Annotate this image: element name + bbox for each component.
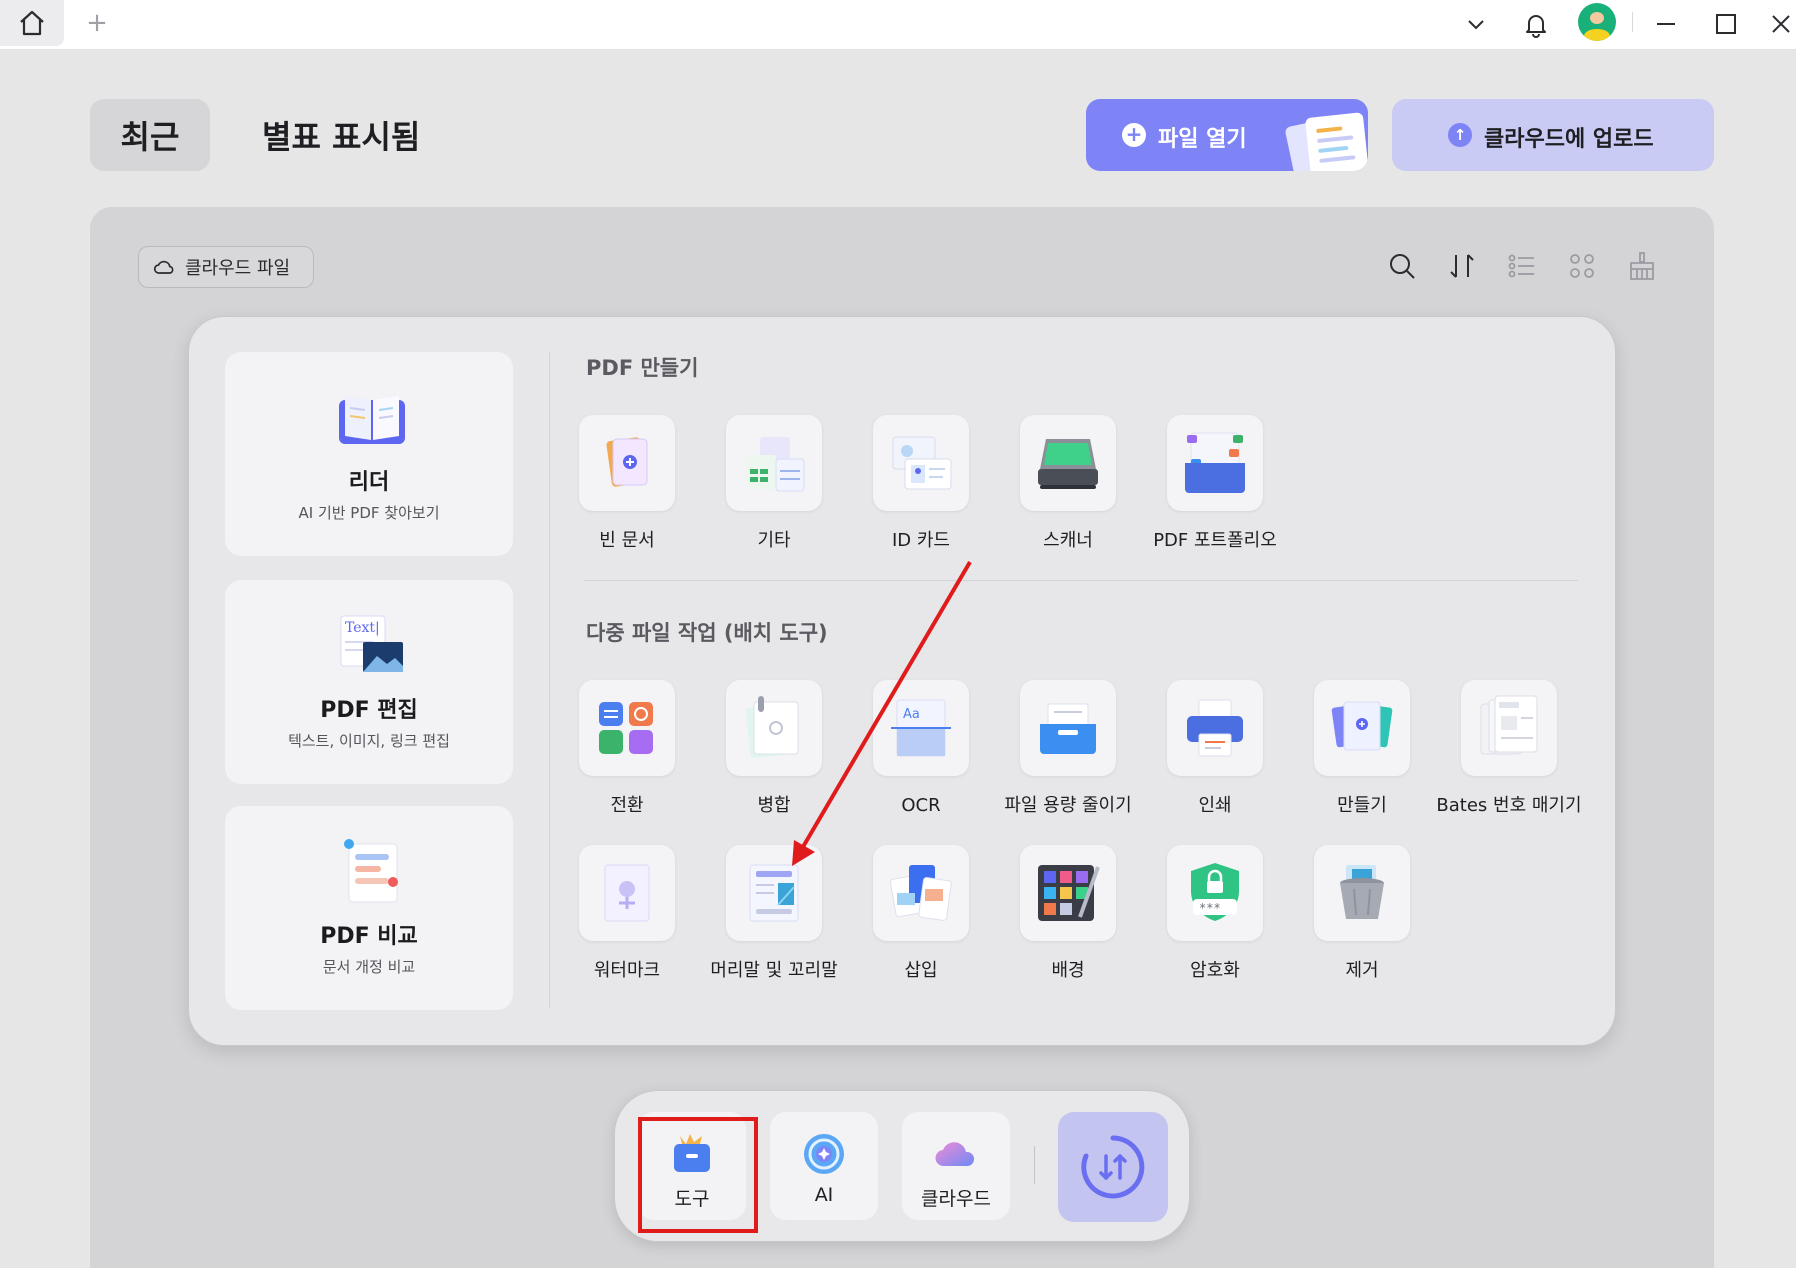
create-document-icon — [1331, 701, 1393, 751]
tool-label: 삽입 — [904, 960, 938, 981]
minimize-icon[interactable] — [1648, 6, 1684, 42]
tool-label: 배경 — [1051, 960, 1085, 981]
tab-starred[interactable]: 별표 표시됨 — [262, 99, 420, 171]
portfolio-folder-icon — [1185, 432, 1245, 493]
reader-card[interactable]: 리더 AI 기반 PDF 찾아보기 — [225, 352, 513, 556]
plus-circle-icon: + — [1122, 123, 1146, 147]
home-icon — [20, 10, 44, 36]
tool-label: 전환 — [610, 795, 644, 816]
open-file-button[interactable]: + 파일 열기 — [1086, 99, 1368, 171]
tool-label: 만들기 — [1337, 795, 1387, 816]
dock-divider — [1034, 1146, 1035, 1184]
pdf-edit-card[interactable]: Text| PDF 편집 텍스트, 이미지, 링크 편집 — [225, 580, 513, 784]
ai-orb-icon — [804, 1134, 844, 1174]
pdf-edit-title: PDF 편집 — [320, 698, 418, 723]
cloud-files-label: 클라우드 파일 — [185, 258, 291, 279]
compare-document-icon — [344, 839, 398, 903]
dock-cloud[interactable]: 클라우드 — [902, 1112, 1010, 1220]
switch-arrows-icon — [1081, 1135, 1145, 1199]
cloud-icon — [153, 260, 174, 274]
merge-icon — [745, 696, 799, 758]
tool-label: 머리말 및 꼬리말 — [710, 960, 838, 981]
pdf-compare-card[interactable]: PDF 비교 문서 개정 비교 — [225, 806, 513, 1010]
dock-cloud-label: 클라우드 — [921, 1188, 991, 1210]
home-tab[interactable] — [0, 0, 64, 46]
annotation-highlight-box — [638, 1117, 758, 1233]
tool-label: OCR — [901, 795, 941, 816]
watermark-icon — [604, 864, 650, 922]
section-divider — [584, 580, 1578, 581]
tool-label: ID 카드 — [891, 530, 950, 551]
pdf-compare-title: PDF 비교 — [320, 924, 418, 949]
open-file-label: 파일 열기 — [1158, 127, 1247, 152]
title-bar: + — [0, 0, 1796, 50]
tool-label: 병합 — [757, 795, 791, 816]
sort-icon[interactable] — [1442, 246, 1482, 286]
titlebar-divider — [1632, 12, 1633, 32]
ocr-icon: Aa — [891, 699, 951, 757]
printer-icon — [1187, 699, 1243, 757]
scanner-icon — [1038, 439, 1098, 489]
new-tab-plus-icon[interactable]: + — [82, 8, 112, 38]
dock-switch-button[interactable] — [1058, 1112, 1168, 1222]
search-icon[interactable] — [1382, 246, 1422, 286]
tool-label: 기타 — [757, 530, 791, 551]
reader-subtitle: AI 기반 PDF 찾아보기 — [298, 504, 440, 522]
svg-text:Aa: Aa — [903, 707, 920, 722]
text-sample-label: Text| — [345, 620, 380, 636]
close-icon[interactable] — [1766, 6, 1796, 42]
open-book-icon — [339, 396, 405, 444]
document-icon — [1304, 112, 1368, 171]
card-vertical-divider — [549, 352, 550, 1008]
header-footer-icon — [749, 864, 799, 922]
tool-label: 워터마크 — [593, 960, 661, 981]
reader-title: 리더 — [348, 470, 390, 495]
tool-label: 암호화 — [1190, 960, 1240, 981]
svg-text:***: *** — [1199, 901, 1221, 915]
text-image-edit-icon: Text| — [340, 615, 403, 672]
tool-label: Bates 번호 매기기 — [1436, 795, 1582, 816]
maximize-icon[interactable] — [1708, 6, 1744, 42]
blank-document-icon — [606, 437, 648, 487]
tool-label: 스캐너 — [1043, 530, 1093, 551]
trash-bin-icon — [1340, 865, 1384, 919]
dock-ai-label: AI — [814, 1184, 834, 1206]
list-view-icon[interactable] — [1502, 246, 1542, 286]
tool-label: 빈 문서 — [599, 530, 655, 551]
upload-arrow-icon: ↑ — [1448, 123, 1472, 147]
id-card-icon — [892, 436, 952, 490]
tool-label: 인쇄 — [1198, 795, 1232, 816]
cloud-files-chip[interactable]: 클라우드 파일 — [138, 246, 314, 288]
chevron-down-icon[interactable] — [1458, 6, 1494, 42]
other-documents-icon — [746, 437, 805, 492]
dock-ai[interactable]: AI — [770, 1112, 878, 1220]
pdf-edit-subtitle: 텍스트, 이미지, 링크 편집 — [288, 732, 450, 750]
compress-box-icon — [1040, 703, 1096, 754]
background-palette-icon — [1038, 865, 1100, 921]
clean-brush-icon[interactable] — [1622, 246, 1662, 286]
pdf-compare-subtitle: 문서 개정 비교 — [322, 958, 416, 976]
bell-icon[interactable] — [1518, 6, 1554, 42]
batch-section-title: 다중 파일 작업 (배치 도구) — [586, 621, 828, 645]
convert-icon — [599, 702, 653, 754]
upload-cloud-button[interactable]: ↑ 클라우드에 업로드 — [1392, 99, 1714, 171]
cloud-colorful-icon — [935, 1142, 975, 1167]
insert-pages-icon — [889, 865, 952, 921]
encrypt-shield-icon: *** — [1191, 863, 1239, 921]
upload-cloud-label: 클라우드에 업로드 — [1484, 127, 1654, 152]
tool-label: PDF 포트폴리오 — [1153, 530, 1277, 551]
grid-view-icon[interactable] — [1562, 246, 1602, 286]
create-section-title: PDF 만들기 — [586, 356, 699, 380]
tool-label: 제거 — [1345, 960, 1379, 981]
avatar[interactable] — [1578, 3, 1616, 41]
tool-label: 파일 용량 줄이기 — [1004, 795, 1132, 816]
tab-recent[interactable]: 최근 — [90, 99, 210, 171]
bates-numbering-icon — [1480, 695, 1538, 755]
